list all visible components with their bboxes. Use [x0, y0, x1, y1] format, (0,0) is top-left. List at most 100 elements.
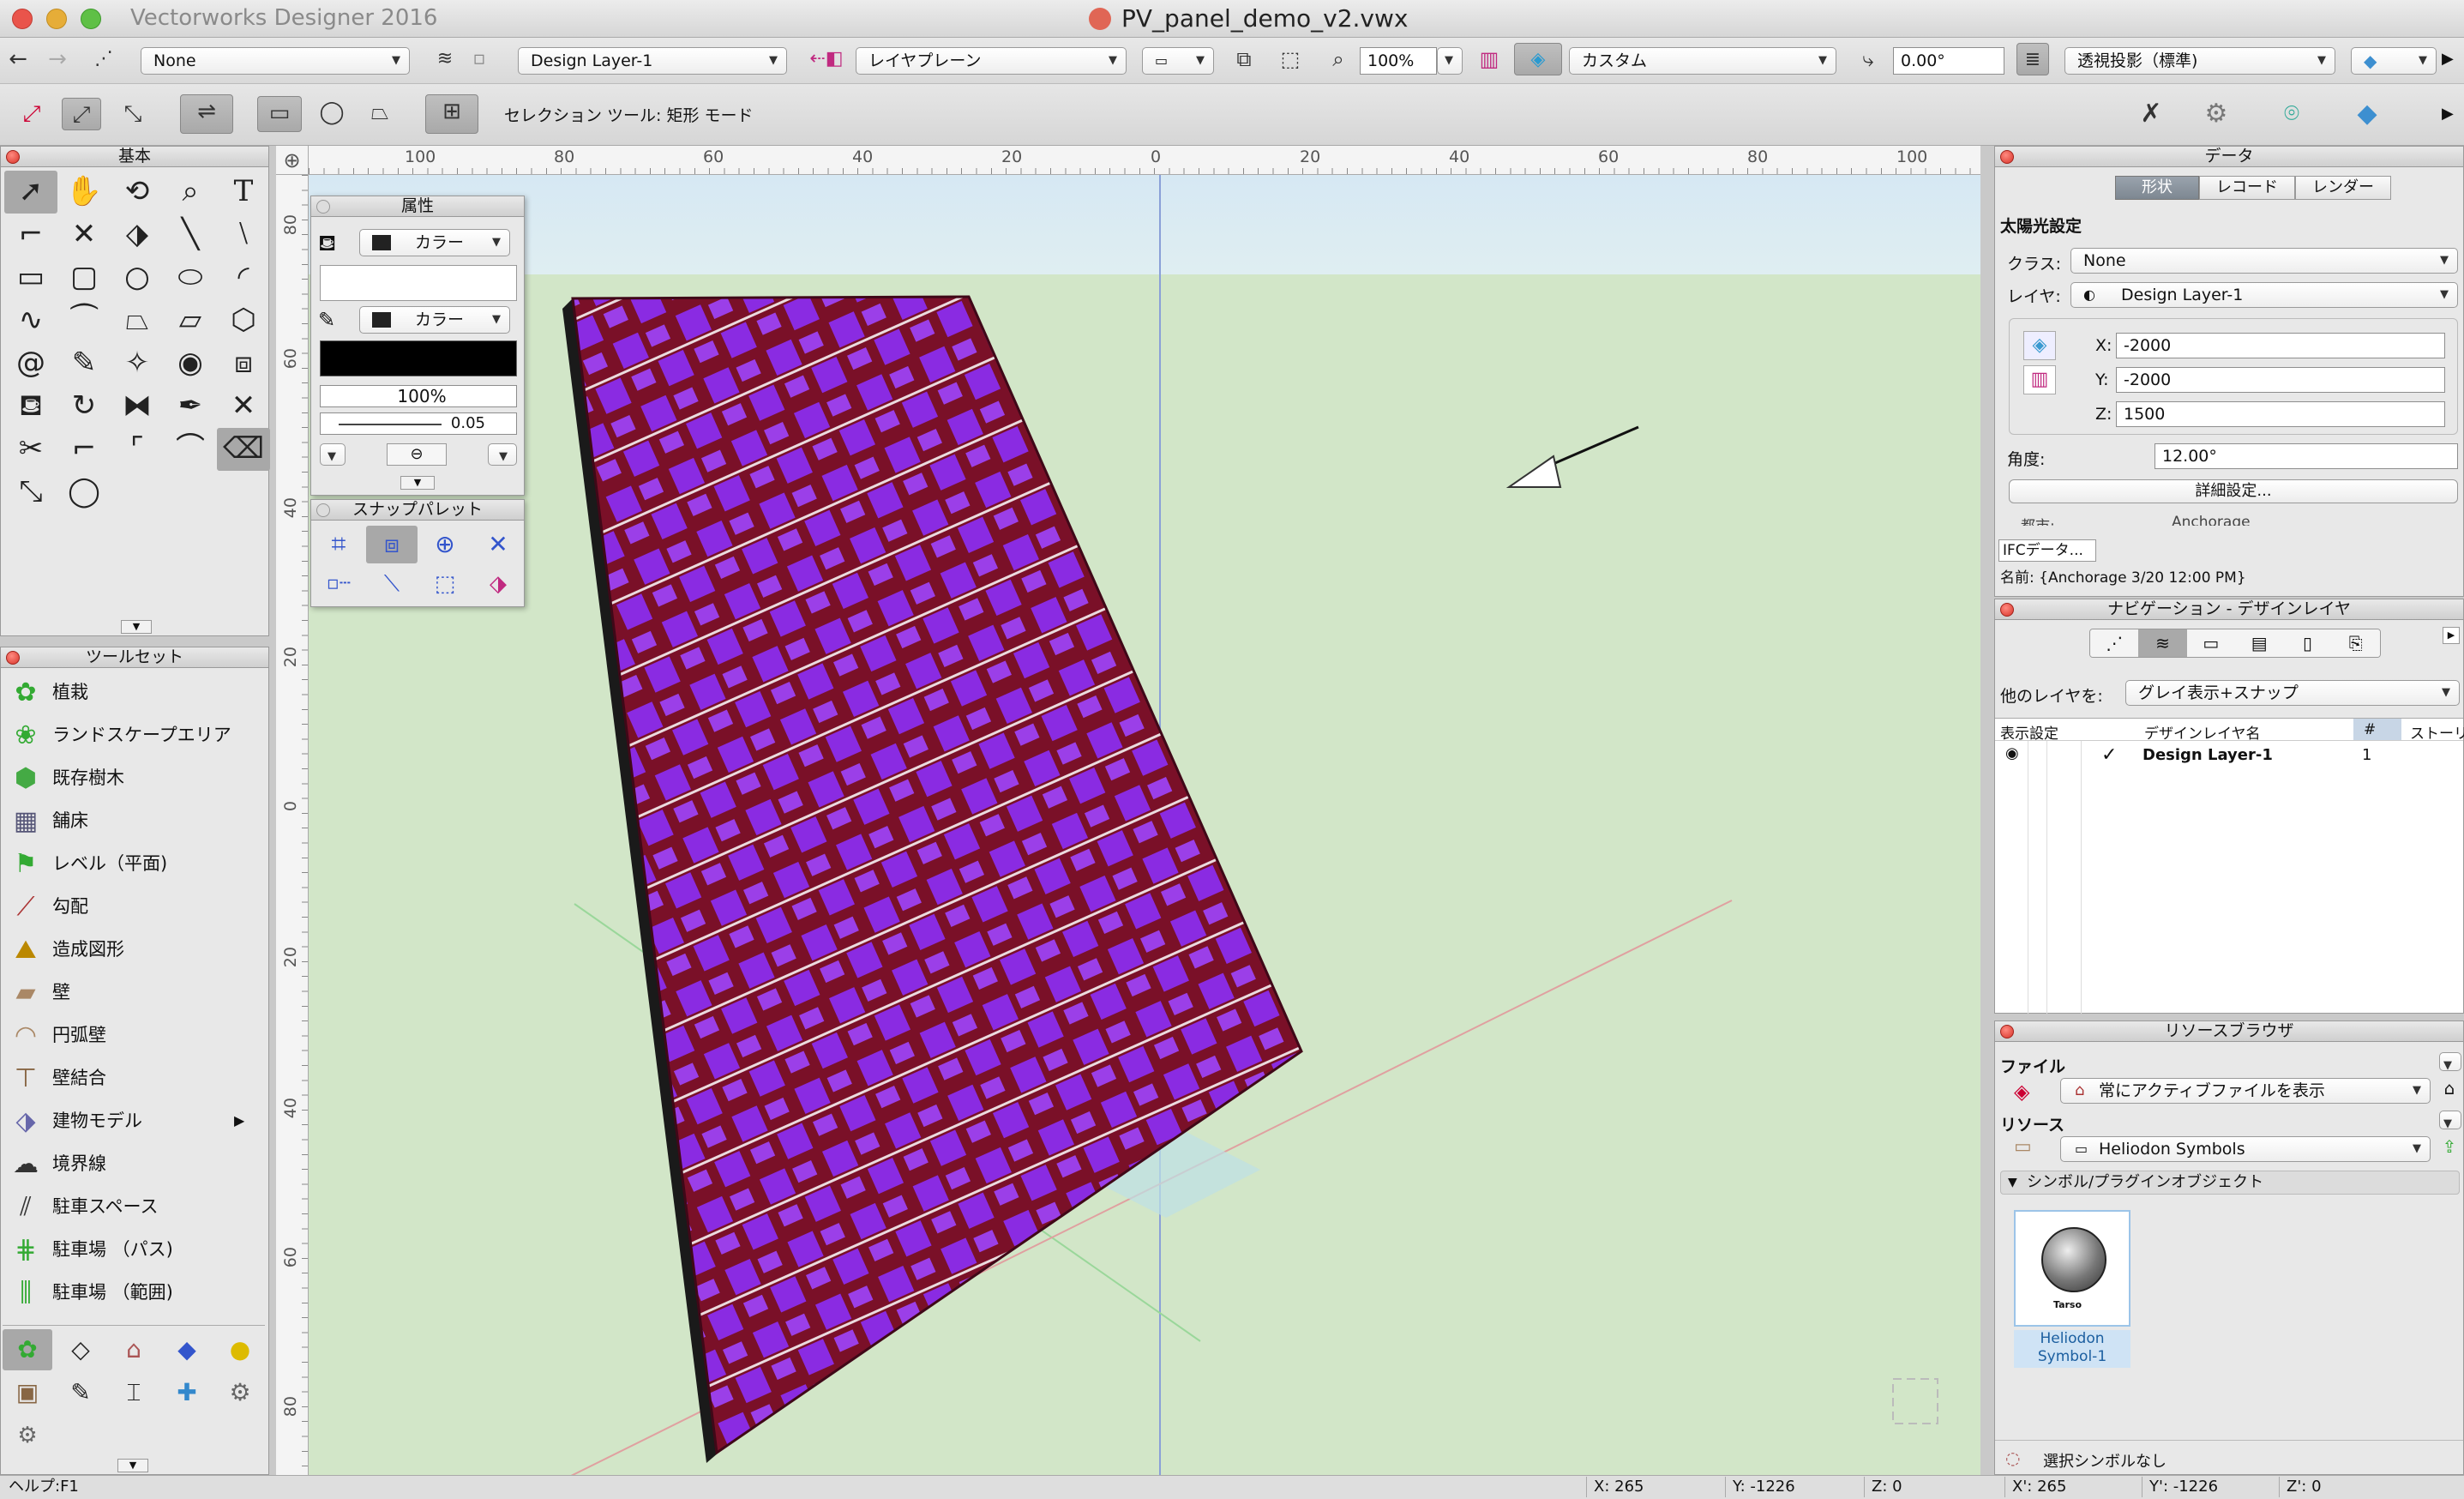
render-globe-icon[interactable]: ⌾	[2275, 98, 2308, 130]
layers-icon[interactable]: ≋	[429, 43, 461, 75]
split-tool-icon[interactable]: ✕	[217, 385, 270, 428]
file-menu-dropdown[interactable]	[2439, 1052, 2461, 1071]
position-screen-icon[interactable]: ▥	[2023, 365, 2056, 394]
nav-layers-icon[interactable]: ≋	[2138, 629, 2187, 657]
pen-icon[interactable]: ✎	[318, 308, 335, 332]
lasso-marquee-icon[interactable]: ◯	[312, 96, 352, 129]
file-dropdown[interactable]: ⌂ 常にアクティブファイルを表示	[2060, 1078, 2431, 1104]
other-layers-dropdown[interactable]: グレイ表示+スナップ	[2125, 680, 2460, 706]
locus-icon[interactable]: ✕	[57, 214, 111, 256]
close-icon-7[interactable]	[2000, 1025, 2014, 1038]
home-file-icon[interactable]: ⌂	[2437, 1078, 2461, 1102]
attributes-collapse-icon[interactable]: ▼	[400, 476, 435, 490]
close-icon-6[interactable]	[2000, 603, 2014, 617]
page-options-dropdown[interactable]: ▭	[1142, 47, 1214, 75]
double-polygon-icon[interactable]: ⏥	[164, 299, 217, 342]
close-window-button[interactable]	[12, 9, 33, 29]
snap-distance-icon[interactable]: ▫┄	[313, 565, 364, 603]
settings-gear-icon[interactable]: ⚙	[2200, 98, 2233, 130]
toolset-item[interactable]: ⫽ 駐車スペース	[6, 1186, 263, 1227]
snap-points-icon[interactable]: ⬚	[419, 565, 471, 603]
light-options-dropdown[interactable]: ◆	[2351, 47, 2437, 75]
data-layer-dropdown[interactable]: ◐ Design Layer-1	[2070, 282, 2458, 308]
nav-views-icon[interactable]: ▯	[2283, 629, 2332, 657]
x-field[interactable]: -2000	[2116, 333, 2445, 358]
arrowhead-start-dropdown[interactable]	[320, 443, 346, 466]
resource-dropdown[interactable]: ▭ Heliodon Symbols	[2060, 1136, 2431, 1162]
rectangle-marquee-icon[interactable]: ▭	[257, 96, 302, 132]
ruler-origin-icon[interactable]: ⊕	[276, 146, 309, 175]
detail-settings-button[interactable]: 詳細設定...	[2009, 479, 2458, 503]
arrowhead-end-dropdown[interactable]	[488, 443, 517, 466]
circle-tool-icon[interactable]: ○	[111, 256, 164, 299]
3d-locus-icon[interactable]: ⬗	[111, 214, 164, 256]
rectangle-tool-icon[interactable]: ▭	[4, 256, 57, 299]
toolset-item[interactable]: ⛰ 造成図形	[6, 929, 263, 970]
magic-wand-icon[interactable]: ✧	[111, 342, 164, 385]
symbol-caption[interactable]: Heliodon Symbol-1	[2014, 1330, 2130, 1368]
polygon-marquee-icon[interactable]: ⏢	[360, 96, 400, 129]
toolset-item[interactable]: ▰ 壁	[6, 972, 263, 1013]
tab-record[interactable]: レコード	[2199, 176, 2295, 200]
class-hierarchy-icon[interactable]: ⋰	[87, 43, 120, 75]
close-icon-2[interactable]	[6, 651, 20, 665]
3d-modeling-toolset-icon[interactable]: ◆	[162, 1329, 212, 1370]
import-resource-icon[interactable]: ⇪	[2437, 1136, 2461, 1160]
detailing-toolset-icon[interactable]: ✎	[56, 1372, 105, 1413]
snap-grid-icon[interactable]: ⌗	[313, 526, 364, 563]
annotation-toolset-icon[interactable]: ◇	[56, 1329, 105, 1370]
fill-swatch[interactable]	[320, 265, 517, 301]
fill-bucket-icon[interactable]: ⛾	[318, 231, 336, 260]
layer-row[interactable]: ◉ ✓ Design Layer-1 1	[1995, 743, 2463, 767]
toolset-item[interactable]: ⬢ 既存樹木	[6, 757, 263, 798]
polygon-tool-icon[interactable]: ⏢	[111, 299, 164, 342]
structural-toolset-icon[interactable]: ⌶	[109, 1372, 159, 1413]
pen-style-dropdown[interactable]: カラー	[359, 306, 510, 334]
polyline-icon[interactable]: ⏜	[57, 299, 111, 342]
zoom-tool-icon[interactable]: ⌕	[164, 171, 217, 214]
double-line-icon[interactable]: ⧵	[217, 214, 270, 256]
layer-dropdown[interactable]: Design Layer-1	[518, 47, 787, 75]
lighting-icon[interactable]: ◆	[2351, 98, 2383, 130]
machine-toolset-icon[interactable]: ⚙	[215, 1372, 265, 1413]
resource-menu-dropdown[interactable]	[2439, 1111, 2461, 1129]
working-plane-icon[interactable]: ◈	[1514, 43, 1562, 75]
eyedropper-icon[interactable]: ✎	[57, 342, 111, 385]
overflow-chevron-icon-2[interactable]: ▶	[2442, 105, 2454, 123]
callout-icon[interactable]: ⌐	[4, 214, 57, 256]
render-mode-icon[interactable]: ≣	[2016, 43, 2049, 75]
freehand-icon[interactable]: ∿	[4, 299, 57, 342]
line-tool-icon[interactable]: ╲	[164, 214, 217, 256]
link-icon[interactable]: ⊖	[387, 443, 447, 466]
toolset-item[interactable]: ⬗ 建物モデル ▶	[6, 1100, 263, 1141]
attribute-mapping-icon[interactable]: ⧈	[217, 342, 270, 385]
close-icon[interactable]	[6, 150, 20, 164]
close-icon-5[interactable]	[2000, 150, 2014, 164]
data-class-dropdown[interactable]: None	[2070, 248, 2458, 274]
fillet-icon[interactable]: ⌜	[111, 428, 164, 471]
projection-dropdown[interactable]: 透視投影（標準)	[2064, 47, 2335, 75]
toolset-item[interactable]: ◠ 円弧壁	[6, 1014, 263, 1056]
close-icon-3[interactable]	[316, 200, 330, 214]
back-arrow-icon[interactable]: ←	[2, 43, 34, 75]
z-field[interactable]: 1500	[2116, 401, 2445, 427]
rotation-angle-field[interactable]: 0.00°	[1893, 47, 2004, 75]
pen-swatch[interactable]	[320, 340, 517, 376]
toolsets-collapse-icon[interactable]: ▼	[117, 1459, 148, 1472]
reshape-icon[interactable]: ✒	[164, 385, 217, 428]
connect-icon[interactable]: ⌐	[57, 428, 111, 471]
offset-icon[interactable]: ⌒	[164, 428, 217, 471]
nav-sheets-icon[interactable]: ▭	[2186, 629, 2235, 657]
zoom-icon[interactable]: ⌕	[1322, 43, 1355, 75]
lighting-toolset-icon[interactable]: ●	[215, 1329, 265, 1370]
view-dropdown[interactable]: カスタム	[1569, 47, 1836, 75]
tab-shape[interactable]: 形状	[2115, 176, 2199, 200]
single-object-scaling-icon[interactable]: ⤡	[113, 98, 153, 130]
ifc-data-button[interactable]: IFCデータ...	[1998, 539, 2096, 562]
disable-interactive-scaling-icon[interactable]: ⤢	[15, 98, 48, 130]
mirror-tool-icon[interactable]: ⧓	[111, 385, 164, 428]
no-snap-icon[interactable]: ✗	[2135, 98, 2167, 130]
close-icon-4[interactable]	[316, 503, 330, 517]
basic-collapse-icon[interactable]: ▼	[121, 620, 152, 634]
mep-toolset-icon[interactable]: ✚	[162, 1372, 212, 1413]
